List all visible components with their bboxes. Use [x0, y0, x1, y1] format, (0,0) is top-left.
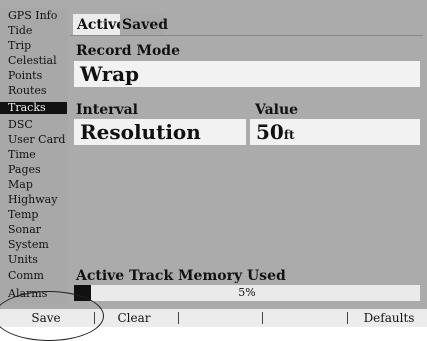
softkey-divider	[178, 312, 179, 324]
menu-item-dsc[interactable]: DSC	[0, 119, 67, 131]
value-label: Value	[255, 102, 299, 118]
interval-field[interactable]: Resolution	[74, 119, 246, 145]
menu-item-comm[interactable]: Comm	[0, 270, 67, 282]
device-screen: GPS Info Tide Trip Celestial Points Rout…	[0, 0, 427, 327]
menu-item-time[interactable]: Time	[0, 149, 67, 161]
memory-label: Active Track Memory Used	[76, 268, 286, 284]
menu-item-temp[interactable]: Temp	[0, 209, 67, 221]
tab-saved[interactable]: Saved	[120, 14, 168, 36]
menu-item-units[interactable]: Units	[0, 254, 67, 266]
defaults-button[interactable]: Defaults	[352, 309, 426, 327]
record-mode-label: Record Mode	[76, 43, 180, 59]
menu-item-user-card[interactable]: User Card	[0, 134, 67, 146]
menu-item-tracks[interactable]: Tracks	[0, 102, 67, 114]
main-menu: GPS Info Tide Trip Celestial Points Rout…	[0, 8, 68, 304]
memory-percent-text: 5%	[238, 286, 256, 299]
clear-button[interactable]: Clear	[104, 309, 164, 327]
menu-item-map[interactable]: Map	[0, 179, 67, 191]
menu-item-alarms[interactable]: Alarms	[0, 288, 67, 300]
menu-item-pages[interactable]: Pages	[0, 164, 67, 176]
save-button[interactable]: Save	[18, 309, 74, 327]
softkey-bar: Save Clear Defaults	[0, 309, 427, 327]
value-field[interactable]: 50ft	[250, 119, 420, 145]
menu-item-routes[interactable]: Routes	[0, 85, 67, 97]
menu-item-celestial[interactable]: Celestial	[0, 55, 67, 67]
menu-item-system[interactable]: System	[0, 239, 67, 251]
value-unit: ft	[283, 128, 295, 142]
softkey-divider	[347, 312, 348, 324]
menu-item-gps-info[interactable]: GPS Info	[0, 10, 67, 22]
softkey-blank-3[interactable]	[180, 309, 260, 327]
softkey-divider	[262, 312, 263, 324]
memory-progress-bar: 5%	[74, 285, 420, 301]
menu-item-trip[interactable]: Trip	[0, 40, 67, 52]
softkey-blank-4[interactable]	[264, 309, 344, 327]
tab-active[interactable]: Active	[73, 14, 125, 36]
value-number: 50	[256, 120, 284, 144]
menu-item-points[interactable]: Points	[0, 70, 67, 82]
menu-item-tide[interactable]: Tide	[0, 25, 67, 37]
menu-item-sonar[interactable]: Sonar	[0, 224, 67, 236]
tab-divider	[70, 35, 423, 36]
interval-label: Interval	[76, 102, 139, 118]
softkey-divider	[94, 312, 95, 324]
record-mode-field[interactable]: Wrap	[74, 61, 420, 87]
menu-item-highway[interactable]: Highway	[0, 194, 67, 206]
